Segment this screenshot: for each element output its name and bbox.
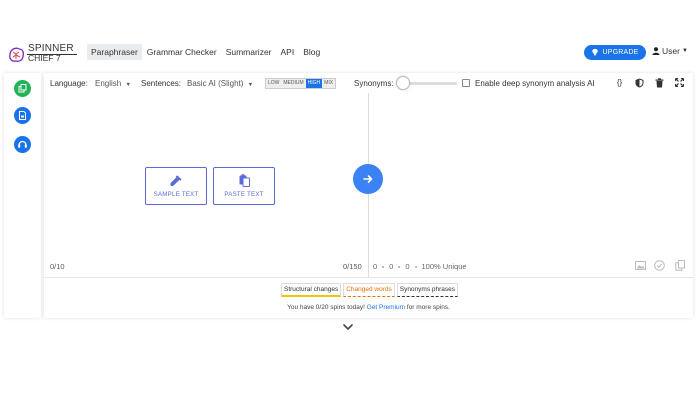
image-icon[interactable] <box>635 260 646 271</box>
stat-value: 0 <box>405 262 410 271</box>
expand-icon[interactable] <box>674 77 685 88</box>
legend-synonyms-phrases: Synonyms phrases <box>396 283 459 297</box>
language-value: English <box>95 79 122 88</box>
input-word-counter: 0/10 <box>50 262 65 271</box>
legend-structural-changes: Structural changes <box>281 283 342 297</box>
flask-icon <box>170 175 182 186</box>
change-legend: Structural changes Changed words Synonym… <box>281 283 459 297</box>
arrow-right-icon <box>363 175 373 183</box>
brand-line-2: CHIEF 7 <box>28 53 61 63</box>
language-label: Language: <box>50 79 88 88</box>
editor-toolbar: Language: English ▼ Sentences: Basic AI … <box>44 73 693 93</box>
json-icon[interactable]: {} <box>614 77 625 88</box>
editor-panel: Language: English ▼ Sentences: Basic AI … <box>44 73 693 318</box>
get-premium-link[interactable]: Get Premium <box>367 304 405 311</box>
nav-api[interactable]: API <box>277 44 299 60</box>
chevron-down-icon: ▼ <box>247 82 254 88</box>
save-document-button[interactable] <box>14 107 31 124</box>
stat-separator <box>414 265 417 268</box>
sentences-select[interactable]: Basic AI (Slight) ▼ <box>187 79 253 88</box>
spins-remaining-notice: You have 0/20 spins today! Get Premium f… <box>44 304 693 311</box>
level-medium[interactable]: MEDIUM <box>281 79 306 88</box>
legend-changed-words: Changed words <box>343 283 395 297</box>
deep-analysis-checkbox[interactable] <box>462 79 470 87</box>
stat-value: 0 <box>373 262 378 271</box>
user-icon <box>652 47 660 55</box>
output-stats: 0 0 0 100% Unique <box>373 262 467 271</box>
clipboard-icon <box>239 174 250 187</box>
stat-separator <box>398 265 401 268</box>
language-select[interactable]: English ▼ <box>95 79 131 88</box>
user-menu[interactable]: User ▼ <box>652 46 688 56</box>
document-icon <box>19 111 26 120</box>
copy-icon <box>18 84 27 93</box>
headset-icon <box>18 140 27 148</box>
paste-text-button[interactable]: PASTE TEXT <box>213 167 275 205</box>
shield-icon[interactable] <box>634 77 645 88</box>
sentences-value: Basic AI (Slight) <box>187 79 244 88</box>
check-circle-icon[interactable] <box>654 260 665 271</box>
notice-suffix: for more spins. <box>406 304 450 311</box>
left-toolbar <box>4 73 41 318</box>
stat-separator <box>382 265 385 268</box>
chevron-down-icon: ▼ <box>681 48 688 54</box>
upgrade-button[interactable]: UPGRADE <box>584 45 646 60</box>
uniqueness-value: 100% Unique <box>421 262 467 271</box>
stat-value: 0 <box>389 262 394 271</box>
nav-grammar-checker[interactable]: Grammar Checker <box>143 44 221 60</box>
chevron-down-icon[interactable] <box>342 322 354 332</box>
footer-divider <box>44 277 693 278</box>
user-label: User <box>662 46 680 56</box>
nav-summarizer[interactable]: Summarizer <box>222 44 276 60</box>
spin-history-button[interactable] <box>14 136 31 153</box>
sentences-label: Sentences: <box>141 79 182 88</box>
level-mix[interactable]: MIX <box>322 79 336 88</box>
brain-logo-icon <box>9 47 25 62</box>
chevron-down-icon: ▼ <box>125 82 131 88</box>
sample-text-button[interactable]: SAMPLE TEXT <box>145 167 207 205</box>
deep-analysis-label: Enable deep synonym analysis AI <box>475 79 595 88</box>
paste-text-label: PASTE TEXT <box>224 191 264 198</box>
synonyms-slider-thumb[interactable] <box>396 76 410 90</box>
sample-text-label: SAMPLE TEXT <box>153 190 199 198</box>
synonyms-label: Synonyms: <box>354 79 394 88</box>
app-page: SPINNER CHIEF 7 Paraphraser Grammar Chec… <box>0 0 700 400</box>
notice-prefix: You have 0/20 spins today! <box>287 304 365 311</box>
paraphrase-button[interactable] <box>353 164 383 194</box>
logo[interactable]: SPINNER CHIEF 7 <box>6 42 78 66</box>
input-char-counter: 0/150 <box>343 262 362 271</box>
spin-level-selector: LOW MEDIUM HIGH MIX <box>265 78 337 89</box>
main-nav: Paraphraser Grammar Checker Summarizer A… <box>87 44 325 60</box>
level-low[interactable]: LOW <box>266 79 282 88</box>
trash-icon[interactable] <box>654 77 665 88</box>
upgrade-label: UPGRADE <box>602 49 639 56</box>
nav-blog[interactable]: Blog <box>299 44 324 60</box>
top-navbar: SPINNER CHIEF 7 Paraphraser Grammar Chec… <box>0 36 700 70</box>
diamond-icon <box>592 49 599 56</box>
copy-output-icon[interactable] <box>675 260 686 271</box>
nav-paraphraser[interactable]: Paraphraser <box>87 44 142 60</box>
level-high[interactable]: HIGH <box>305 79 323 88</box>
copy-button[interactable] <box>14 80 31 97</box>
